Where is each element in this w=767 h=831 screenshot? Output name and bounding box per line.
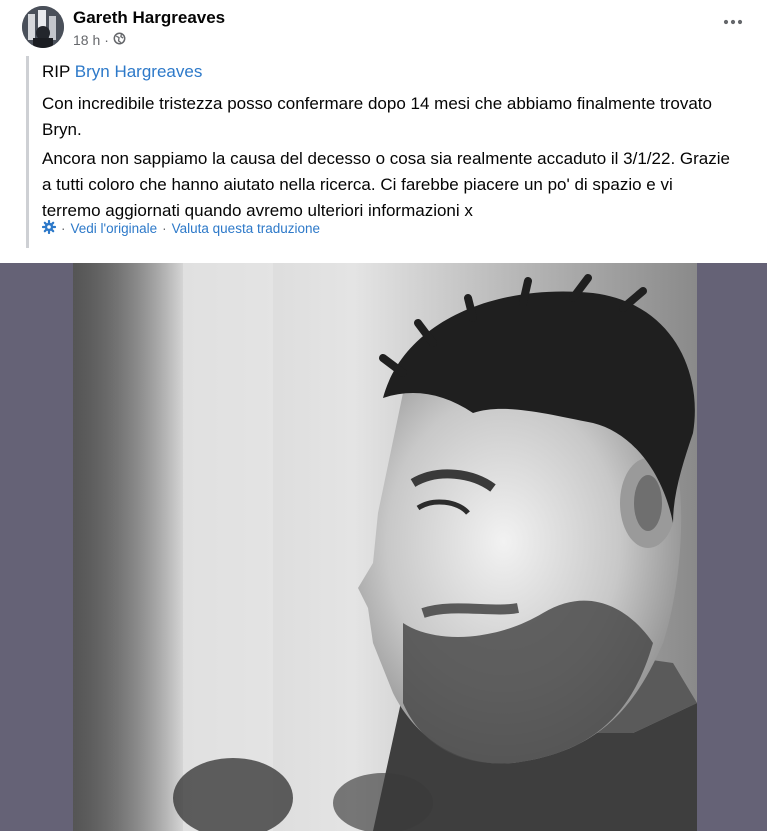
globe-icon xyxy=(113,32,126,48)
paragraph-1-line-2: Bryn. xyxy=(42,120,82,139)
gear-icon xyxy=(41,219,57,237)
more-dots-icon xyxy=(723,19,743,25)
post-header: Gareth Hargreaves 18 h · xyxy=(0,0,767,60)
see-original-link[interactable]: Vedi l'originale xyxy=(71,221,158,236)
translation-bar: · Vedi l'originale · Valuta questa tradu… xyxy=(41,219,320,237)
author-avatar[interactable] xyxy=(22,6,64,48)
post-photo[interactable] xyxy=(73,263,697,831)
rate-translation-link[interactable]: Valuta questa traduzione xyxy=(172,221,320,236)
paragraph-1-line-1: Con incredibile tristezza posso conferma… xyxy=(42,94,712,113)
post-first-line: RIP Bryn Hargreaves xyxy=(42,59,202,85)
post-body: RIP Bryn Hargreaves Con incredibile tris… xyxy=(26,56,749,248)
post-timestamp[interactable]: 18 h xyxy=(73,32,100,48)
paragraph-2-line-2: a tutti coloro che hanno aiutato nella r… xyxy=(42,175,673,194)
translation-separator: · xyxy=(162,221,167,236)
meta-separator: · xyxy=(104,32,109,48)
author-name[interactable]: Gareth Hargreaves xyxy=(73,8,225,28)
rip-prefix: RIP xyxy=(42,62,75,81)
post-media[interactable] xyxy=(0,263,767,831)
tagged-person-link[interactable]: Bryn Hargreaves xyxy=(75,62,203,81)
post-meta: 18 h · xyxy=(73,32,126,48)
paragraph-2-line-1: Ancora non sappiamo la causa del decesso… xyxy=(42,149,730,168)
translation-separator: · xyxy=(61,221,66,236)
more-options-button[interactable] xyxy=(721,14,745,30)
